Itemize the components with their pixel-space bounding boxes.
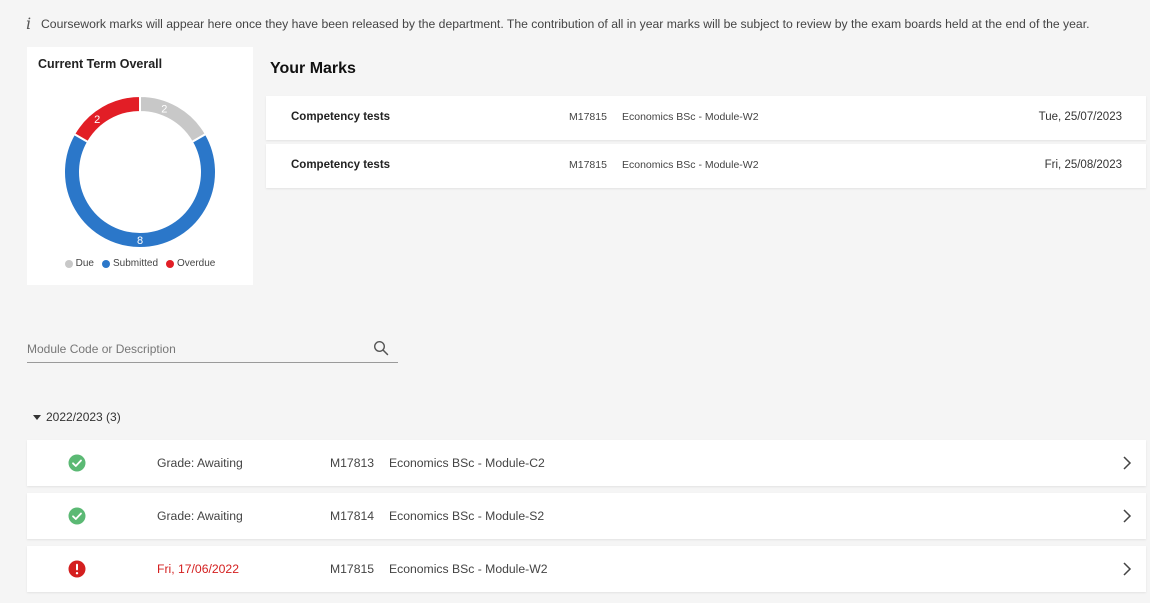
search-icon[interactable] (373, 340, 389, 361)
alert-circle-icon (68, 560, 86, 581)
mark-date: Tue, 25/07/2023 (1038, 111, 1122, 123)
donut-chart: 2 8 2 (63, 95, 217, 249)
check-circle-icon (68, 507, 86, 528)
legend-dot-due (64, 259, 73, 268)
chart-legend: Due Submitted Overdue (27, 258, 253, 269)
mark-name: Competency tests (291, 111, 391, 123)
module-grade: Grade: Awaiting (157, 456, 243, 470)
term-summary-card: Current Term Overall 2 8 2 Due Submitted O… (27, 47, 253, 285)
donut-slice-submitted[interactable] (63, 132, 217, 249)
legend-item-submitted: Submitted (101, 258, 159, 269)
module-row[interactable]: Fri, 17/06/2022 M17815 Economics BSc - M… (27, 546, 1146, 592)
module-description: Economics BSc - Module-C2 (389, 456, 545, 470)
legend-label-submitted: Submitted (112, 258, 159, 269)
legend-item-due: Due (64, 258, 94, 269)
legend-item-overdue: Overdue (166, 258, 215, 269)
mark-name: Competency tests (291, 159, 391, 171)
info-banner: i Coursework marks will appear here once… (26, 14, 1146, 33)
mark-module-code: M17815 (569, 111, 607, 123)
info-text: Coursework marks will appear here once t… (41, 16, 1090, 31)
module-code: M17813 (330, 456, 375, 470)
module-code: M17815 (330, 562, 375, 576)
mark-date: Fri, 25/08/2023 (1044, 159, 1122, 171)
legend-label-due: Due (75, 258, 94, 269)
module-description: Economics BSc - Module-W2 (389, 562, 548, 576)
chevron-right-icon[interactable] (1122, 508, 1132, 527)
your-marks-title: Your Marks (270, 60, 356, 77)
summary-title: Current Term Overall (38, 57, 163, 71)
caret-down-icon (33, 414, 41, 420)
donut-slice-overdue[interactable] (72, 95, 141, 144)
module-row[interactable]: Grade: Awaiting M17814 Economics BSc - M… (27, 493, 1146, 539)
legend-label-overdue: Overdue (177, 258, 216, 269)
module-row[interactable]: Grade: Awaiting M17813 Economics BSc - M… (27, 440, 1146, 486)
year-group-toggle[interactable]: 2022/2023 (3) (33, 410, 121, 424)
donut-label-due: 2 (161, 104, 167, 116)
legend-dot-overdue (166, 259, 175, 268)
module-grade: Grade: Awaiting (157, 509, 243, 523)
module-code: M17814 (330, 509, 375, 523)
mark-row[interactable]: Competency tests M17815 Economics BSc - … (266, 96, 1146, 140)
module-search (27, 337, 398, 363)
mark-row[interactable]: Competency tests M17815 Economics BSc - … (266, 144, 1146, 188)
donut-label-overdue: 2 (94, 114, 100, 126)
check-circle-icon (68, 454, 86, 475)
year-group-label: 2022/2023 (3) (46, 410, 121, 424)
donut-label-submitted: 8 (137, 235, 143, 247)
module-description: Economics BSc - Module-S2 (389, 509, 545, 523)
legend-dot-submitted (101, 259, 110, 268)
mark-module-code: M17815 (569, 159, 607, 171)
search-input[interactable] (27, 337, 357, 361)
module-due-date: Fri, 17/06/2022 (157, 562, 239, 576)
info-icon: i (26, 14, 32, 33)
donut-slice-due[interactable] (139, 95, 208, 144)
chevron-right-icon[interactable] (1122, 561, 1132, 580)
mark-module-name: Economics BSc - Module-W2 (622, 159, 759, 171)
chevron-right-icon[interactable] (1122, 455, 1132, 474)
mark-module-name: Economics BSc - Module-W2 (622, 111, 759, 123)
